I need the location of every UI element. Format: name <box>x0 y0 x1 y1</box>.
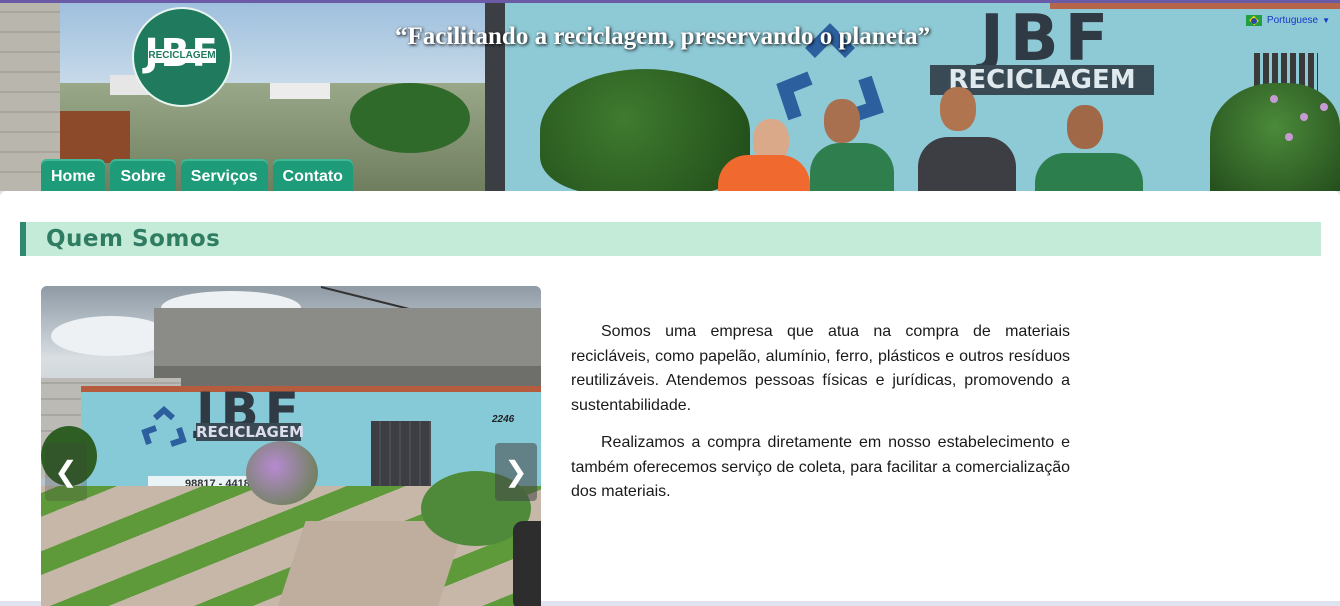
image-carousel[interactable]: JBF RECICLAGEM 98817 - 4418 2246 ❮ ❯ <box>41 286 541 606</box>
banner-sign-text: JBF <box>980 3 1115 76</box>
banner-photo-flower <box>1320 103 1328 111</box>
recycle-icon <box>141 406 187 447</box>
section-header: Quem Somos <box>20 222 1321 256</box>
chevron-down-icon: ▼ <box>1322 16 1330 25</box>
language-selector[interactable]: Portuguese ▼ <box>1245 15 1330 26</box>
person-head <box>1067 105 1103 149</box>
about-paragraph: Somos uma empresa que atua na compra de … <box>571 323 1070 414</box>
about-text: Somos uma empresa que atua na compra de … <box>571 320 1070 518</box>
person-body <box>810 143 894 191</box>
carousel-photo-flowering-plant <box>246 441 318 505</box>
banner-photo-tree <box>540 69 750 191</box>
carousel-photo-sign-banner: RECICLAGEM <box>196 423 305 441</box>
person-head <box>824 99 860 143</box>
site-slogan: “Facilitando a reciclagem, preservando o… <box>395 23 931 50</box>
brazil-flag-icon <box>1245 15 1262 26</box>
language-label: Portuguese <box>1266 15 1319 26</box>
carousel-photo-house-number: 2246 <box>492 414 515 425</box>
carousel-prev-button[interactable]: ❮ <box>45 443 87 501</box>
banner-photo-flower <box>1270 95 1278 103</box>
carousel-photo-cloud <box>51 316 171 356</box>
site-logo[interactable]: JBF RECICLAGEM <box>132 7 232 107</box>
carousel-photo-car <box>513 521 541 606</box>
carousel-next-button[interactable]: ❯ <box>495 443 537 501</box>
about-paragraph: Realizamos a compra diretamente em nosso… <box>571 434 1070 500</box>
banner-photo-roof <box>60 111 130 163</box>
main-nav: Home Sobre Serviços Contato <box>41 159 353 191</box>
nav-sobre[interactable]: Sobre <box>110 159 176 191</box>
main-content: Quem Somos JBF RECICLAGEM 98817 - 4418 2… <box>0 191 1340 606</box>
carousel-photo-eave <box>81 386 541 392</box>
banner-photo-building <box>270 83 330 99</box>
person-body <box>1035 153 1143 191</box>
person-body <box>918 137 1016 191</box>
banner-photo-flower <box>1285 133 1293 141</box>
person-body <box>718 155 810 191</box>
nav-servicos[interactable]: Serviços <box>180 159 268 191</box>
logo-subtext: RECICLAGEM <box>148 49 216 63</box>
person-head <box>940 87 976 131</box>
nav-home[interactable]: Home <box>41 159 106 191</box>
banner-photo-flower <box>1300 113 1308 121</box>
section-title: Quem Somos <box>46 226 221 252</box>
header-banner: JBF RECICLAGEM JBF RECICLAGEM “Facilitan… <box>0 3 1340 191</box>
banner-photo-tree <box>350 83 470 153</box>
nav-contato[interactable]: Contato <box>272 159 353 191</box>
